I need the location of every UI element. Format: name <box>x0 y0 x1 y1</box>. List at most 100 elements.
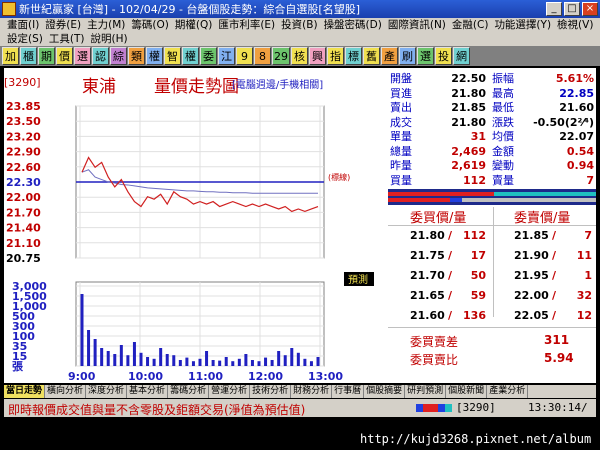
bid-price: 21.75 <box>410 249 445 262</box>
quote-label: 開盤 <box>390 72 412 85</box>
volume-bar <box>277 351 281 366</box>
orderbook-row: 21.75/17 21.90/11 <box>388 246 596 266</box>
menu-item-11[interactable]: 檢視(V) <box>554 18 596 32</box>
toolbar-button-9[interactable]: 智 <box>164 47 181 65</box>
toolbar-button-14[interactable]: 8 <box>254 47 271 65</box>
tab-6[interactable]: 技術分析 <box>250 385 292 398</box>
menu-item-5[interactable]: 匯市利率(E) <box>215 18 278 32</box>
toolbar-button-13[interactable]: 9 <box>236 47 253 65</box>
toolbar-button-5[interactable]: 認 <box>92 47 109 65</box>
menu-item-2[interactable]: 主力(M) <box>84 18 128 32</box>
toolbar-button-2[interactable]: 期 <box>38 47 55 65</box>
menu-bar: 畫面(I) 證券(E) 主力(M) 籌碼(O) 期權(Q) 匯市利率(E) 投資(B) 操盤密… <box>0 18 600 46</box>
orderbook-row: 21.70/50 21.95/1 <box>388 266 596 286</box>
volume-bar <box>231 361 235 366</box>
quote-value: 7 <box>586 173 594 187</box>
toolbar-button-6[interactable]: 綜 <box>110 47 127 65</box>
quote-value: 21.80 <box>451 86 486 100</box>
close-button[interactable]: × <box>582 2 598 16</box>
volume-bar <box>80 294 84 366</box>
maximize-button[interactable]: □ <box>564 2 580 16</box>
menu-item-9[interactable]: 金融(C) <box>449 18 492 32</box>
estimate-label: 預測 <box>348 273 368 286</box>
toolbar-button-7[interactable]: 類 <box>128 47 145 65</box>
menu-item-3[interactable]: 籌碼(O) <box>128 18 171 32</box>
menu-item-6[interactable]: 投資(B) <box>278 18 320 32</box>
toolbar-button-19[interactable]: 標 <box>345 47 362 65</box>
bid-ask-ratio: 委買賣比 5.94 <box>388 351 596 367</box>
toolbar-button-11[interactable]: 委 <box>200 47 217 65</box>
tab-1[interactable]: 橫向分析 <box>45 385 87 398</box>
quote-value: 0.54 <box>566 144 594 158</box>
volume-bar <box>126 355 130 366</box>
menu-item-12[interactable]: 設定(S) <box>4 32 46 46</box>
toolbar-button-17[interactable]: 興 <box>309 47 326 65</box>
bid-qty: 50 <box>470 269 486 282</box>
bid-ask-strength-bar <box>388 189 596 205</box>
tab-3[interactable]: 基本分析 <box>127 385 169 398</box>
menu-item-13[interactable]: 工具(T) <box>46 32 88 46</box>
toolbar-button-3[interactable]: 價 <box>56 47 73 65</box>
ask-qty: 7 <box>584 229 592 242</box>
bid-ask-ratio-value: 5.94 <box>544 351 574 365</box>
tab-8[interactable]: 行事曆 <box>332 385 365 398</box>
ask-qty: 32 <box>576 289 592 302</box>
tab-11[interactable]: 個股新聞 <box>446 385 488 398</box>
tab-5[interactable]: 營運分析 <box>209 385 251 398</box>
watermark-url: http://kujd3268.pixnet.net/album <box>360 432 592 446</box>
stock-name: 東浦 <box>82 77 116 97</box>
toolbar-button-16[interactable]: 核 <box>291 47 308 65</box>
toolbar-button-20[interactable]: 舊 <box>363 47 380 65</box>
volume-bar <box>113 354 117 366</box>
toolbar-button-22[interactable]: 刷 <box>399 47 416 65</box>
volume-bar <box>290 348 294 366</box>
menu-item-8[interactable]: 國際資訊(N) <box>385 18 449 32</box>
tab-9[interactable]: 個股摘要 <box>364 385 406 398</box>
toolbar-button-0[interactable]: 加 <box>2 47 19 65</box>
menu-item-7[interactable]: 操盤密碼(D) <box>321 18 385 32</box>
menu-item-4[interactable]: 期權(Q) <box>172 18 215 32</box>
quote-label: 買進 <box>390 86 412 100</box>
title-bar: 新世紀贏家 [台灣] - 102/04/29 - 台盤個股走勢：綜合自選股[名望… <box>0 0 600 18</box>
minimize-button[interactable]: _ <box>546 2 562 16</box>
toolbar-button-23[interactable]: 選 <box>417 47 434 65</box>
quote-row: 買量 112 賣量 7 <box>388 174 596 187</box>
volume-bar <box>172 355 176 366</box>
toolbar-button-21[interactable]: 產 <box>381 47 398 65</box>
toolbar-button-24[interactable]: 投 <box>435 47 452 65</box>
tab-0[interactable]: 當日走勢 <box>4 385 46 398</box>
toolbar-button-18[interactable]: 指 <box>327 47 344 65</box>
ask-price: 22.00 <box>514 289 549 302</box>
bid-price: 21.80 <box>410 229 445 242</box>
quote-value: -0.50(2²⁄⁴) <box>533 115 594 129</box>
toolbar-button-15[interactable]: 29 <box>272 47 290 65</box>
price-tick-label: 21.10 <box>6 237 41 250</box>
price-volume-chart[interactable]: 23.85 23.50 23.20 22.90 22.60 22.30 22.00 21.70… <box>4 96 386 383</box>
quote-row: 開盤 22.50 振幅 5.61% <box>388 72 596 85</box>
toolbar-button-8[interactable]: 權 <box>146 47 163 65</box>
reference-label: (標線) <box>328 172 350 182</box>
tab-2[interactable]: 深度分析 <box>86 385 128 398</box>
menu-item-0[interactable]: 畫面(I) <box>4 18 42 32</box>
time-tick-label: 12:00 <box>248 370 283 383</box>
volume-bar <box>316 357 320 366</box>
tab-10[interactable]: 研判預測 <box>405 385 447 398</box>
toolbar-button-12[interactable]: 江 <box>218 47 235 65</box>
toolbar-button-4[interactable]: 選 <box>74 47 91 65</box>
toolbar-button-10[interactable]: 權 <box>182 47 199 65</box>
toolbar-button-1[interactable]: 櫃 <box>20 47 37 65</box>
menu-item-1[interactable]: 證券(E) <box>42 18 84 32</box>
status-message: 即時報價成交值與量不含零股及鉅額交易(淨值為預估值) <box>8 403 306 417</box>
industry-note: [電腦週邊/手機相關] <box>232 80 324 91</box>
tab-7[interactable]: 財務分析 <box>291 385 333 398</box>
menu-item-14[interactable]: 說明(H) <box>87 32 130 46</box>
ask-qty: 1 <box>584 269 592 282</box>
quote-row: 單量 31 均價 22.07 <box>388 130 596 143</box>
volume-bar <box>178 360 182 366</box>
toolbar-button-25[interactable]: 網 <box>453 47 470 65</box>
tab-12[interactable]: 產業分析 <box>487 385 529 398</box>
tab-4[interactable]: 籌碼分析 <box>168 385 210 398</box>
quote-row: 成交 21.80 漲跌 -0.50(2²⁄⁴) <box>388 116 596 129</box>
app-icon <box>2 2 16 16</box>
menu-item-10[interactable]: 功能選擇(Y) <box>491 18 554 32</box>
